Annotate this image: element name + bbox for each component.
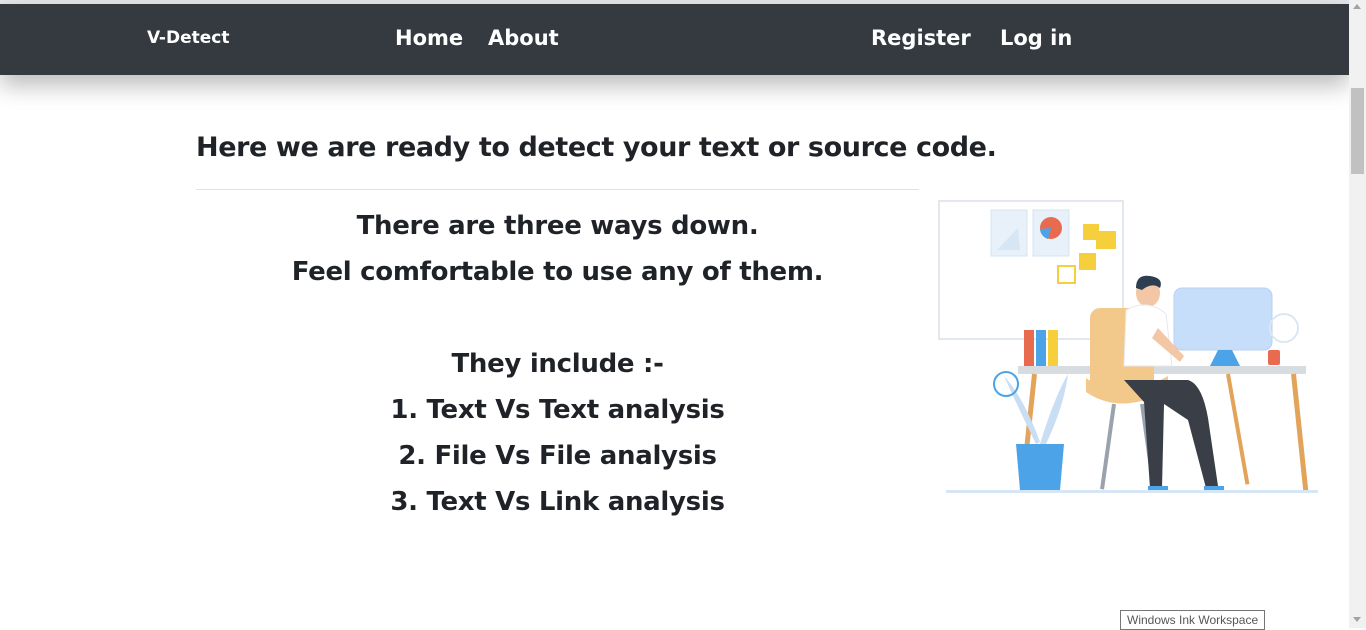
- scroll-up-arrow-icon[interactable]: [1353, 4, 1361, 9]
- option-text-vs-text: 1. Text Vs Text analysis: [390, 395, 725, 425]
- plant-leaf-outline: [993, 371, 1019, 397]
- plant-pot: [1016, 444, 1064, 490]
- chair-leg-1: [1100, 403, 1116, 490]
- binder-red: [1024, 330, 1034, 367]
- nav-about-link[interactable]: About: [488, 26, 559, 50]
- divider: [196, 189, 919, 190]
- brand-logo[interactable]: V-Detect: [147, 28, 229, 48]
- sticky-note-3: [1079, 253, 1096, 270]
- mug: [1268, 350, 1280, 365]
- intro-line-1: There are three ways down.: [356, 211, 759, 241]
- scrollbar-thumb[interactable]: [1351, 88, 1364, 174]
- desk-leg-2: [1291, 373, 1309, 492]
- floor-line: [946, 490, 1318, 493]
- windows-ink-tooltip: Windows Ink Workspace: [1120, 610, 1266, 630]
- binder-yellow: [1048, 330, 1058, 367]
- wall-clock: [1269, 313, 1299, 343]
- workspace-illustration: [938, 200, 1318, 493]
- monitor-stand: [1210, 350, 1240, 366]
- desk-leg-3: [1226, 373, 1250, 485]
- binder-blue: [1036, 330, 1046, 367]
- sticky-note-2: [1096, 231, 1116, 249]
- desk-top: [1018, 366, 1306, 374]
- monitor: [1174, 288, 1272, 350]
- include-label: They include :-: [451, 349, 664, 379]
- navbar: V-Detect Home About Register Log in: [0, 4, 1349, 75]
- option-text-vs-link: 3. Text Vs Link analysis: [390, 487, 725, 517]
- intro-line-2: Feel comfortable to use any of them.: [291, 257, 824, 287]
- page-heading: Here we are ready to detect your text or…: [196, 132, 997, 163]
- nav-home-link[interactable]: Home: [395, 26, 463, 50]
- nav-register-link[interactable]: Register: [871, 26, 971, 50]
- plant-leaf-2: [1040, 374, 1068, 444]
- scroll-down-arrow-icon[interactable]: [1353, 617, 1361, 622]
- option-file-vs-file: 2. File Vs File analysis: [398, 441, 717, 471]
- nav-login-link[interactable]: Log in: [1000, 26, 1072, 50]
